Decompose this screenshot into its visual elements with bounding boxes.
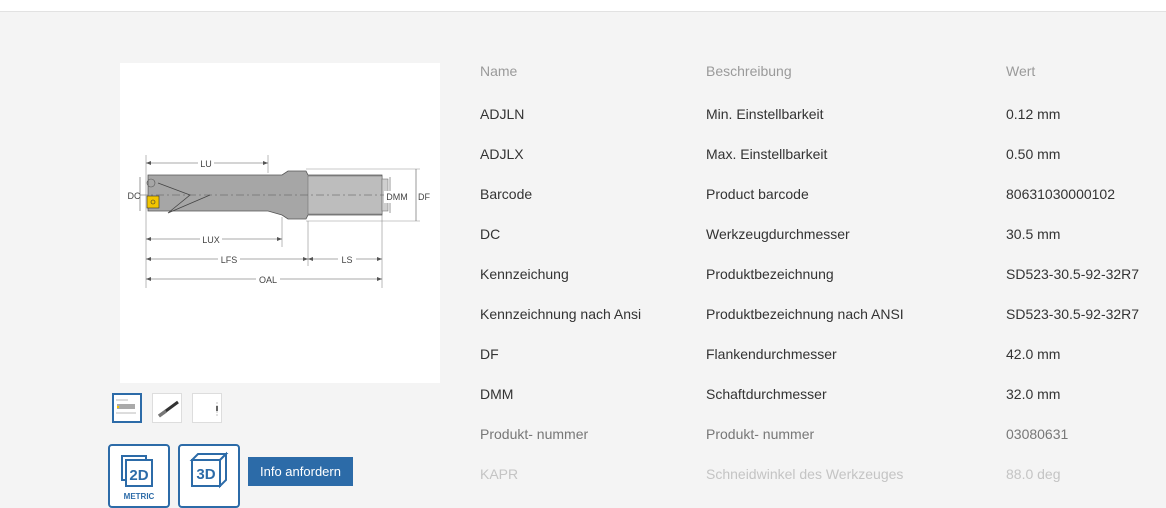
- header-description: Beschreibung: [706, 63, 792, 79]
- header-value: Wert: [1006, 63, 1036, 79]
- ls-label: LS: [341, 255, 352, 265]
- row-value: SD523-30.5-92-32R7: [1006, 266, 1140, 282]
- top-border: [0, 0, 1166, 12]
- row-name: DMM: [480, 386, 514, 402]
- cad-2d-button[interactable]: 2D METRIC: [108, 444, 170, 508]
- row-description: Produktbezeichnung nach ANSI: [706, 306, 904, 322]
- header-name: Name: [480, 63, 518, 79]
- row-description: Schaftdurchmesser: [706, 386, 827, 402]
- row-name: Produkt- nummer: [480, 426, 589, 442]
- row-name: ADJLX: [480, 146, 524, 162]
- row-value: 0.12 mm: [1006, 106, 1061, 122]
- row-name: Kennzeichnung nach Ansi: [480, 306, 642, 322]
- row-value: SD523-30.5-92-32R7: [1006, 306, 1140, 322]
- row-name: Kennzeichung: [480, 266, 569, 282]
- row-description: Product barcode: [706, 186, 809, 202]
- thumbnail-drawing[interactable]: [112, 393, 142, 423]
- product-drawing: LU DC DMM DF LUX LFS LS OAL: [120, 63, 440, 383]
- row-value: 88.0 deg: [1006, 466, 1061, 482]
- cad-2d-sublabel: METRIC: [123, 492, 155, 501]
- row-name: ADJLN: [480, 106, 525, 122]
- thumbnail-tool-photo[interactable]: [152, 393, 182, 423]
- row-value: 0.50 mm: [1006, 146, 1061, 162]
- lux-label: LUX: [202, 235, 220, 245]
- row-description: Werkzeugdurchmesser: [706, 226, 850, 242]
- dc-label: DC: [128, 191, 141, 201]
- cad-3d-button[interactable]: 3D: [178, 444, 240, 508]
- row-description: Flankendurchmesser: [706, 346, 837, 362]
- lfs-label: LFS: [221, 255, 238, 265]
- row-description: Produktbezeichnung: [706, 266, 834, 282]
- row-value: 32.0 mm: [1006, 386, 1061, 402]
- row-description: Produkt- nummer: [706, 426, 815, 442]
- row-name: DF: [480, 346, 499, 362]
- request-info-button[interactable]: Info anfordern: [248, 457, 353, 486]
- dmm-label: DMM: [386, 192, 408, 202]
- row-value: 80631030000102: [1006, 186, 1116, 202]
- row-name: KAPR: [480, 466, 519, 482]
- row-value: 03080631: [1006, 426, 1069, 442]
- thumbnail-front-view[interactable]: [192, 393, 222, 423]
- row-description: Max. Einstellbarkeit: [706, 146, 828, 162]
- row-name: DC: [480, 226, 501, 242]
- row-value: 42.0 mm: [1006, 346, 1061, 362]
- cad-3d-label: 3D: [196, 466, 215, 483]
- cad-2d-label: 2D: [129, 467, 148, 484]
- oal-label: OAL: [259, 275, 277, 285]
- row-description: Schneidwinkel des Werkzeuges: [706, 466, 904, 482]
- row-name: Barcode: [480, 186, 533, 202]
- df-label: DF: [418, 192, 430, 202]
- row-description: Min. Einstellbarkeit: [706, 106, 824, 122]
- lu-label: LU: [200, 159, 212, 169]
- row-value: 30.5 mm: [1006, 226, 1061, 242]
